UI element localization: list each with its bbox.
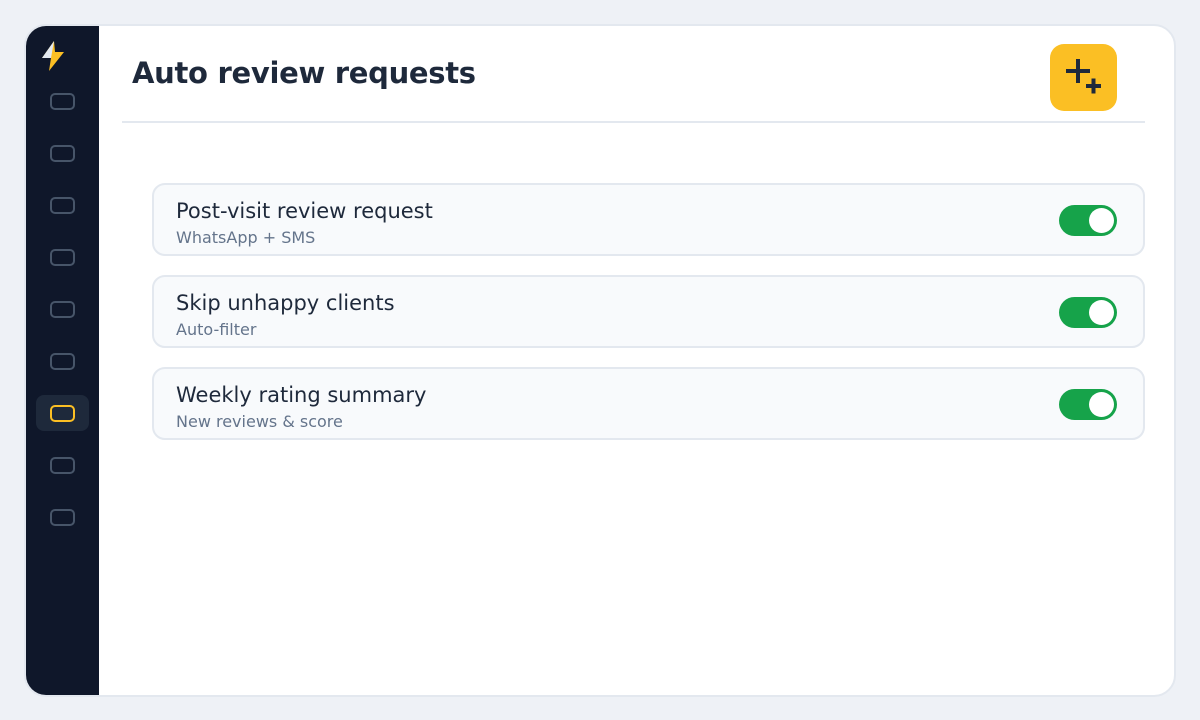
sidebar-item-9[interactable]: [36, 499, 89, 535]
page-title: Auto review requests: [132, 56, 476, 90]
sidebar-item-3[interactable]: [36, 187, 89, 223]
sidebar-item-5[interactable]: [36, 291, 89, 327]
nav-icon: [50, 508, 75, 526]
sidebar-item-2[interactable]: [36, 135, 89, 171]
sidebar-item-6[interactable]: [36, 343, 89, 379]
setting-title: Skip unhappy clients: [176, 291, 395, 315]
setting-subtitle: Auto-filter: [176, 320, 257, 339]
add-icon: [1065, 58, 1101, 93]
add-button[interactable]: [1050, 44, 1117, 111]
toggle-knob: [1089, 392, 1114, 417]
nav-icon: [50, 352, 75, 370]
nav-icon: [50, 456, 75, 474]
nav-icon: [50, 144, 75, 162]
nav-icon: [50, 92, 75, 110]
setting-card-post-visit: Post-visit review request WhatsApp + SMS: [152, 183, 1145, 256]
header-divider: [122, 121, 1145, 123]
sidebar-item-7-active[interactable]: [36, 395, 89, 431]
setting-subtitle: New reviews & score: [176, 412, 343, 431]
sidebar: [26, 26, 99, 695]
toggle-knob: [1089, 208, 1114, 233]
main-content: Auto review requests Post-visit review r…: [99, 26, 1174, 695]
nav-icon: [50, 300, 75, 318]
app-window: Auto review requests Post-visit review r…: [24, 24, 1176, 697]
setting-card-weekly-summary: Weekly rating summary New reviews & scor…: [152, 367, 1145, 440]
nav-icon: [50, 404, 75, 422]
setting-title: Weekly rating summary: [176, 383, 427, 407]
toggle-switch-post-visit[interactable]: [1059, 205, 1117, 236]
toggle-knob: [1089, 300, 1114, 325]
setting-title: Post-visit review request: [176, 199, 433, 223]
sidebar-item-8[interactable]: [36, 447, 89, 483]
toggle-switch-weekly-summary[interactable]: [1059, 389, 1117, 420]
toggle-switch-skip-unhappy[interactable]: [1059, 297, 1117, 328]
sidebar-item-4[interactable]: [36, 239, 89, 275]
sidebar-item-1[interactable]: [36, 83, 89, 119]
lightning-bolt-icon[interactable]: [39, 40, 67, 72]
nav-icon: [50, 248, 75, 266]
setting-subtitle: WhatsApp + SMS: [176, 228, 316, 247]
nav-icon: [50, 196, 75, 214]
setting-card-skip-unhappy: Skip unhappy clients Auto-filter: [152, 275, 1145, 348]
